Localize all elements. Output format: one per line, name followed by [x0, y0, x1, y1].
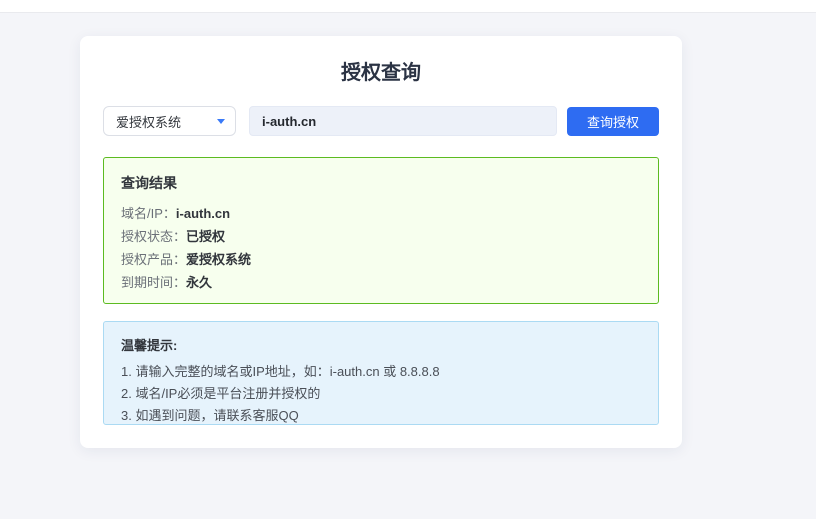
result-row-status: 授权状态：已授权: [121, 230, 641, 244]
result-row-value: 永久: [186, 275, 212, 290]
tips-heading: 温馨提示:: [121, 335, 641, 354]
result-row-value: 爱授权系统: [186, 252, 251, 267]
tips-item: 1. 请输入完整的域名或IP地址，如：i-auth.cn 或 8.8.8.8: [121, 365, 641, 379]
result-row-product: 授权产品：爱授权系统: [121, 253, 641, 267]
result-row-domain: 域名/IP：i-auth.cn: [121, 207, 641, 221]
result-heading: 查询结果: [121, 173, 641, 193]
result-row-label: 到期时间：: [121, 275, 186, 290]
product-select-value: 爱授权系统: [116, 112, 181, 131]
query-auth-button[interactable]: 查询授权: [567, 107, 659, 136]
tips-item: 2. 域名/IP必须是平台注册并授权的: [121, 387, 641, 401]
result-row-label: 授权产品：: [121, 252, 186, 267]
result-row-label: 域名/IP：: [121, 206, 176, 221]
page-title: 授权查询: [103, 36, 659, 84]
result-row-value: 已授权: [186, 229, 225, 244]
query-form-row: 爱授权系统 查询授权: [103, 106, 659, 136]
result-row-value: i-auth.cn: [176, 206, 230, 221]
tips-panel: 温馨提示: 1. 请输入完整的域名或IP地址，如：i-auth.cn 或 8.8…: [103, 321, 659, 425]
tips-item: 3. 如遇到问题，请联系客服QQ: [121, 409, 641, 423]
chevron-down-icon: [217, 119, 225, 124]
result-row-label: 授权状态：: [121, 229, 186, 244]
domain-input[interactable]: [249, 106, 557, 136]
product-select[interactable]: 爱授权系统: [103, 106, 236, 136]
query-card: 授权查询 爱授权系统 查询授权 查询结果 域名/IP：i-auth.cn 授权状…: [80, 36, 682, 448]
top-bar: [0, 0, 816, 13]
result-row-expiry: 到期时间：永久: [121, 276, 641, 290]
query-result-panel: 查询结果 域名/IP：i-auth.cn 授权状态：已授权 授权产品：爱授权系统…: [103, 157, 659, 304]
